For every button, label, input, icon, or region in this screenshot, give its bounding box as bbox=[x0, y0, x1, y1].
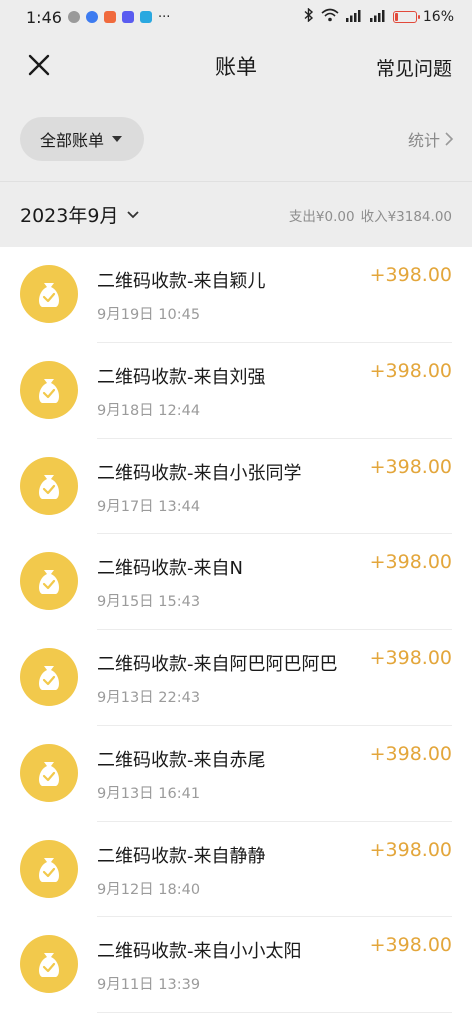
money-bag-icon bbox=[39, 378, 59, 403]
transaction-time: 9月17日 13:44 bbox=[97, 498, 201, 515]
bluetooth-icon bbox=[303, 7, 315, 26]
chevron-right-icon bbox=[445, 132, 454, 146]
month-summary: 支出¥0.00 收入¥3184.00 bbox=[289, 205, 452, 225]
transaction-body: 二维码收款-来自颖儿 9月19日 10:45 +398.00 bbox=[97, 247, 452, 343]
transaction-amount: +398.00 bbox=[369, 838, 452, 861]
transaction-body: 二维码收款-来自N 9月15日 15:43 +398.00 bbox=[97, 534, 452, 630]
stats-link[interactable]: 统计 bbox=[408, 127, 454, 151]
app-notification-icon bbox=[85, 11, 98, 23]
transaction-body: 二维码收款-来自阿巴阿巴阿巴 9月13日 22:43 +398.00 bbox=[97, 630, 452, 726]
transaction-amount: +398.00 bbox=[369, 264, 452, 286]
month-selector[interactable]: 2023年9月 bbox=[20, 201, 140, 228]
transaction-item[interactable]: 二维码收款-来自N 9月15日 15:43 +398.00 bbox=[0, 534, 472, 630]
money-bag-icon bbox=[39, 857, 59, 882]
close-button[interactable] bbox=[22, 48, 56, 82]
transaction-avatar bbox=[20, 935, 78, 994]
transaction-item[interactable]: 二维码收款-来自赤尾 9月13日 16:41 +398.00 bbox=[0, 726, 472, 822]
transaction-item[interactable]: 二维码收款-来自阿巴阿巴阿巴 9月13日 22:43 +398.00 bbox=[0, 630, 472, 726]
status-time: 1:46 bbox=[26, 7, 62, 27]
transaction-time: 9月13日 22:43 bbox=[97, 690, 201, 706]
transaction-time: 9月11日 13:39 bbox=[97, 977, 201, 994]
transaction-body: 二维码收款-来自赤尾 9月13日 16:41 +398.00 bbox=[97, 726, 452, 822]
transaction-avatar bbox=[20, 456, 78, 515]
battery-icon bbox=[392, 11, 420, 23]
app-notification-icon bbox=[121, 11, 134, 23]
transaction-avatar bbox=[20, 265, 78, 323]
stats-label: 统计 bbox=[407, 131, 440, 150]
transaction-title: 二维码收款-来自静静 bbox=[97, 845, 266, 867]
transaction-body: 二维码收款-来自小张同学 9月17日 13:44 +398.00 bbox=[97, 439, 452, 535]
transaction-amount: +398.00 bbox=[369, 647, 452, 669]
status-right: 16% bbox=[303, 7, 454, 26]
battery-percent: 16% bbox=[422, 9, 454, 25]
transaction-item[interactable]: 二维码收款-来自小张同学 9月17日 13:44 +398.00 bbox=[0, 439, 472, 535]
transaction-title: 二维码收款-来自N bbox=[97, 558, 243, 580]
transaction-time: 9月18日 12:44 bbox=[97, 402, 201, 419]
transaction-avatar bbox=[20, 743, 78, 802]
month-income: 收入¥3184.00 bbox=[360, 208, 452, 225]
money-bag-icon bbox=[39, 761, 59, 786]
status-left: 1:46 ··· bbox=[26, 8, 170, 27]
more-notifications-icon: ··· bbox=[157, 9, 171, 25]
signal-icon bbox=[369, 9, 387, 26]
transaction-title: 二维码收款-来自阿巴阿巴阿巴 bbox=[97, 654, 338, 675]
transaction-amount: +398.00 bbox=[369, 359, 452, 382]
transaction-avatar bbox=[20, 648, 78, 706]
transaction-time: 9月12日 18:40 bbox=[97, 881, 201, 898]
transaction-amount: +398.00 bbox=[369, 934, 452, 957]
page-title: 账单 bbox=[215, 55, 257, 79]
transaction-body: 二维码收款-来自刘强 9月18日 12:44 +398.00 bbox=[97, 343, 452, 439]
transaction-item[interactable]: 二维码收款-来自刘强 9月18日 12:44 +398.00 bbox=[0, 343, 472, 439]
transaction-body: 二维码收款-来自小小太阳 9月11日 13:39 +398.00 bbox=[97, 917, 452, 1013]
money-bag-icon bbox=[39, 474, 59, 499]
transaction-title: 二维码收款-来自赤尾 bbox=[97, 749, 266, 771]
nav-bar: 账单 常见问题 bbox=[0, 34, 472, 98]
money-bag-icon bbox=[39, 953, 59, 978]
signal-icon bbox=[345, 9, 363, 26]
app-notification-icon bbox=[139, 11, 152, 23]
month-label: 2023年9月 bbox=[20, 205, 119, 227]
transaction-title: 二维码收款-来自小张同学 bbox=[97, 462, 302, 484]
transaction-avatar bbox=[20, 360, 78, 419]
battery-fill bbox=[394, 13, 398, 21]
faq-link[interactable]: 常见问题 bbox=[376, 54, 452, 81]
transaction-amount: +398.00 bbox=[369, 742, 452, 765]
caret-down-icon bbox=[112, 136, 123, 142]
all-bills-label: 全部账单 bbox=[40, 131, 105, 150]
status-bar: 1:46 ··· 16% bbox=[0, 0, 472, 34]
month-expense: 支出¥0.00 bbox=[288, 208, 355, 225]
app-notification-icon bbox=[67, 11, 80, 23]
money-bag-icon bbox=[39, 570, 59, 595]
transaction-title: 二维码收款-来自小小太阳 bbox=[97, 941, 302, 963]
transaction-list: 二维码收款-来自颖儿 9月19日 10:45 +398.00 二维码收款-来自刘… bbox=[0, 247, 472, 1024]
transaction-avatar bbox=[20, 839, 78, 898]
transaction-avatar bbox=[20, 552, 78, 611]
transaction-title: 二维码收款-来自颖儿 bbox=[97, 271, 266, 292]
transaction-time: 9月15日 15:43 bbox=[97, 594, 201, 611]
transaction-time: 9月13日 16:41 bbox=[97, 785, 201, 802]
app-notification-icon bbox=[103, 11, 116, 23]
transaction-time: 9月19日 10:45 bbox=[97, 307, 201, 323]
money-bag-icon bbox=[39, 666, 59, 690]
month-header: 2023年9月 支出¥0.00 收入¥3184.00 bbox=[0, 181, 472, 247]
wifi-icon bbox=[321, 8, 339, 26]
money-bag-icon bbox=[39, 283, 59, 307]
transaction-title: 二维码收款-来自刘强 bbox=[97, 366, 266, 388]
transaction-item[interactable]: 二维码收款-来自颖儿 9月19日 10:45 +398.00 bbox=[0, 247, 472, 343]
transaction-amount: +398.00 bbox=[369, 551, 452, 574]
transaction-item[interactable]: 二维码收款-来自静静 9月12日 18:40 +398.00 bbox=[0, 822, 472, 918]
chevron-down-icon bbox=[127, 210, 140, 218]
all-bills-filter-button[interactable]: 全部账单 bbox=[20, 117, 145, 161]
filter-row: 全部账单 统计 bbox=[0, 98, 472, 180]
close-icon bbox=[28, 54, 50, 76]
transaction-amount: +398.00 bbox=[369, 455, 452, 478]
transaction-body: 二维码收款-来自静静 9月12日 18:40 +398.00 bbox=[97, 822, 452, 918]
transaction-item[interactable]: 二维码收款-来自小小太阳 9月11日 13:39 +398.00 bbox=[0, 917, 472, 1013]
